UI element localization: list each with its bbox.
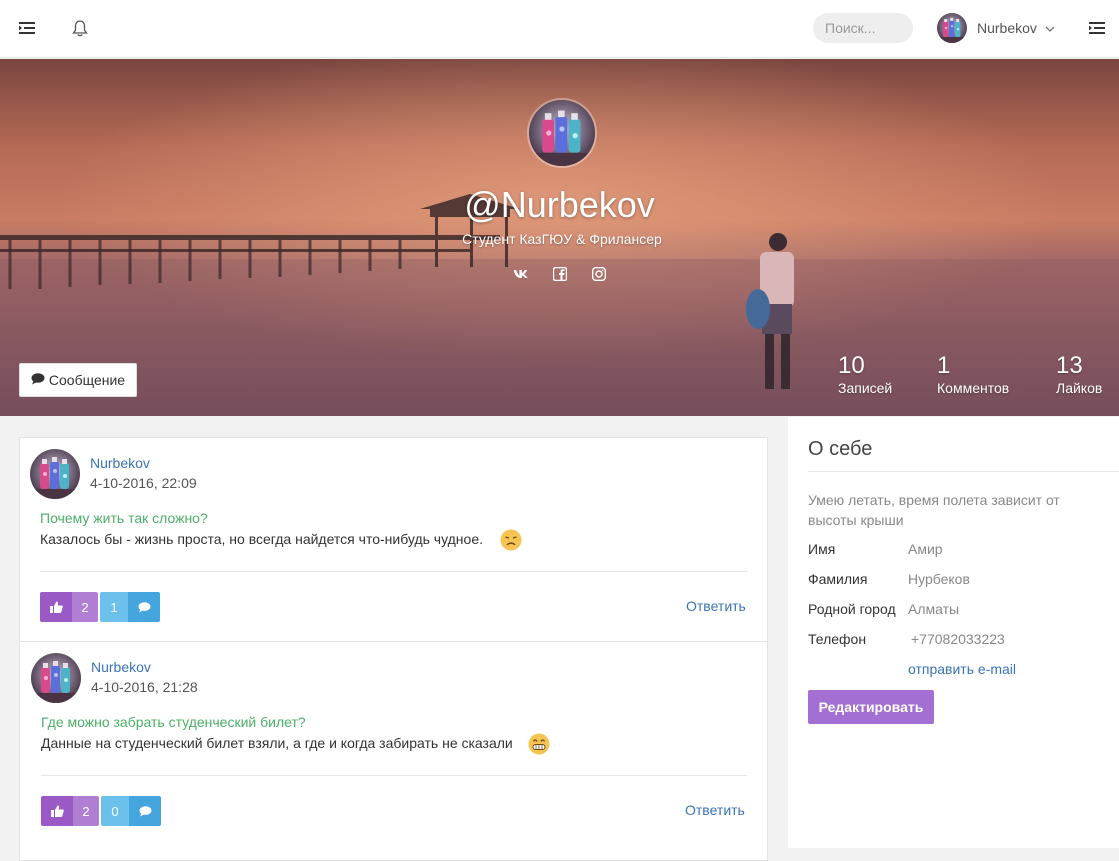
stat-likes: 13 Лайков	[1056, 352, 1102, 396]
avatar[interactable]	[30, 449, 80, 499]
post-title: Почему жить так сложно?	[40, 510, 208, 526]
profile-handle: @Nurbekov	[464, 184, 655, 225]
social-links	[513, 266, 607, 282]
stat-comments-label: Комментов	[937, 380, 1010, 396]
comment-button[interactable]: 0	[101, 796, 161, 826]
divider	[40, 571, 748, 572]
hometown-value: Алматы	[908, 601, 960, 617]
instagram-icon[interactable]	[591, 266, 607, 282]
post-author[interactable]: Nurbekov	[90, 455, 150, 471]
about-panel: О себе Умею летать, время полета зависит…	[788, 417, 1119, 848]
about-title: О себе	[808, 438, 873, 460]
first-name-label: Имя	[808, 541, 836, 557]
reply-link[interactable]: Ответить	[686, 598, 746, 614]
post-author[interactable]: Nurbekov	[91, 659, 151, 675]
hometown-label: Родной город	[808, 601, 896, 617]
phone-label: Телефон	[808, 631, 867, 647]
user-menu[interactable]: Nurbekov	[937, 13, 1055, 43]
comment-count: 0	[101, 796, 129, 826]
thumbs-up-icon	[40, 592, 72, 622]
menu-toggle-icon[interactable]	[17, 18, 37, 38]
comment-count: 1	[100, 592, 128, 622]
bell-icon[interactable]	[70, 18, 90, 38]
last-name-label: Фамилия	[808, 571, 868, 587]
divider	[41, 775, 747, 776]
post-card: Nurbekov 4-10-2016, 21:28 Где можно забр…	[19, 641, 768, 861]
post-date: 4-10-2016, 21:28	[91, 679, 198, 695]
stat-posts-label: Записей	[838, 380, 893, 396]
phone-value: +77082033223	[911, 631, 1005, 647]
user-name: Nurbekov	[977, 20, 1037, 36]
post-text: Казалось бы - жизнь проста, но всегда на…	[40, 531, 483, 547]
comment-button[interactable]: 1	[100, 592, 160, 622]
avatar	[937, 13, 967, 43]
profile-tagline: Студент КазГЮУ & Фрилансер	[462, 231, 662, 247]
vk-icon[interactable]	[513, 266, 529, 282]
stat-likes-label: Лайков	[1056, 380, 1103, 396]
sad-face-icon	[500, 529, 522, 551]
like-button[interactable]: 2	[41, 796, 99, 826]
top-bar: Nurbekov	[0, 0, 1119, 58]
thumbs-up-icon	[41, 796, 73, 826]
post-text: Данные на студенческий билет взяли, а гд…	[41, 735, 513, 751]
like-count: 2	[72, 592, 98, 622]
like-count: 2	[73, 796, 99, 826]
facebook-icon[interactable]	[552, 266, 568, 282]
search-input[interactable]	[813, 13, 913, 43]
post-title: Где можно забрать студенческий билет?	[41, 714, 306, 730]
right-menu-icon[interactable]	[1087, 18, 1107, 38]
message-button-label: Сообщение	[48, 372, 126, 388]
first-name-value: Амир	[908, 541, 943, 557]
stat-posts-value: 10	[838, 352, 865, 379]
stat-comments-value: 1	[937, 352, 951, 379]
profile-cover: @Nurbekov Студент КазГЮУ & Фрилансер Соо…	[0, 59, 1119, 416]
post-card: Nurbekov 4-10-2016, 22:09 Почему жить та…	[19, 437, 768, 642]
reply-link[interactable]: Ответить	[685, 802, 745, 818]
grin-face-icon	[528, 733, 550, 755]
divider	[808, 471, 1119, 472]
stat-posts: 10 Записей	[838, 352, 892, 396]
about-bio: Умею летать, время полета зависит от выс…	[808, 492, 1060, 528]
post-date: 4-10-2016, 22:09	[90, 475, 197, 491]
profile-avatar	[527, 98, 597, 168]
edit-profile-button[interactable]: Редактировать	[808, 690, 934, 724]
chat-bubble-icon	[128, 592, 160, 622]
chat-bubble-icon	[129, 796, 161, 826]
stat-likes-value: 13	[1056, 352, 1083, 379]
chevron-down-icon	[1045, 19, 1055, 37]
message-button[interactable]: Сообщение	[19, 363, 137, 397]
stat-comments: 1 Комментов	[937, 352, 1009, 396]
send-email-link[interactable]: отправить e-mail	[908, 661, 1016, 677]
chat-bubble-icon	[31, 372, 45, 388]
like-button[interactable]: 2	[40, 592, 98, 622]
avatar[interactable]	[31, 653, 81, 703]
last-name-value: Нурбеков	[908, 571, 970, 587]
